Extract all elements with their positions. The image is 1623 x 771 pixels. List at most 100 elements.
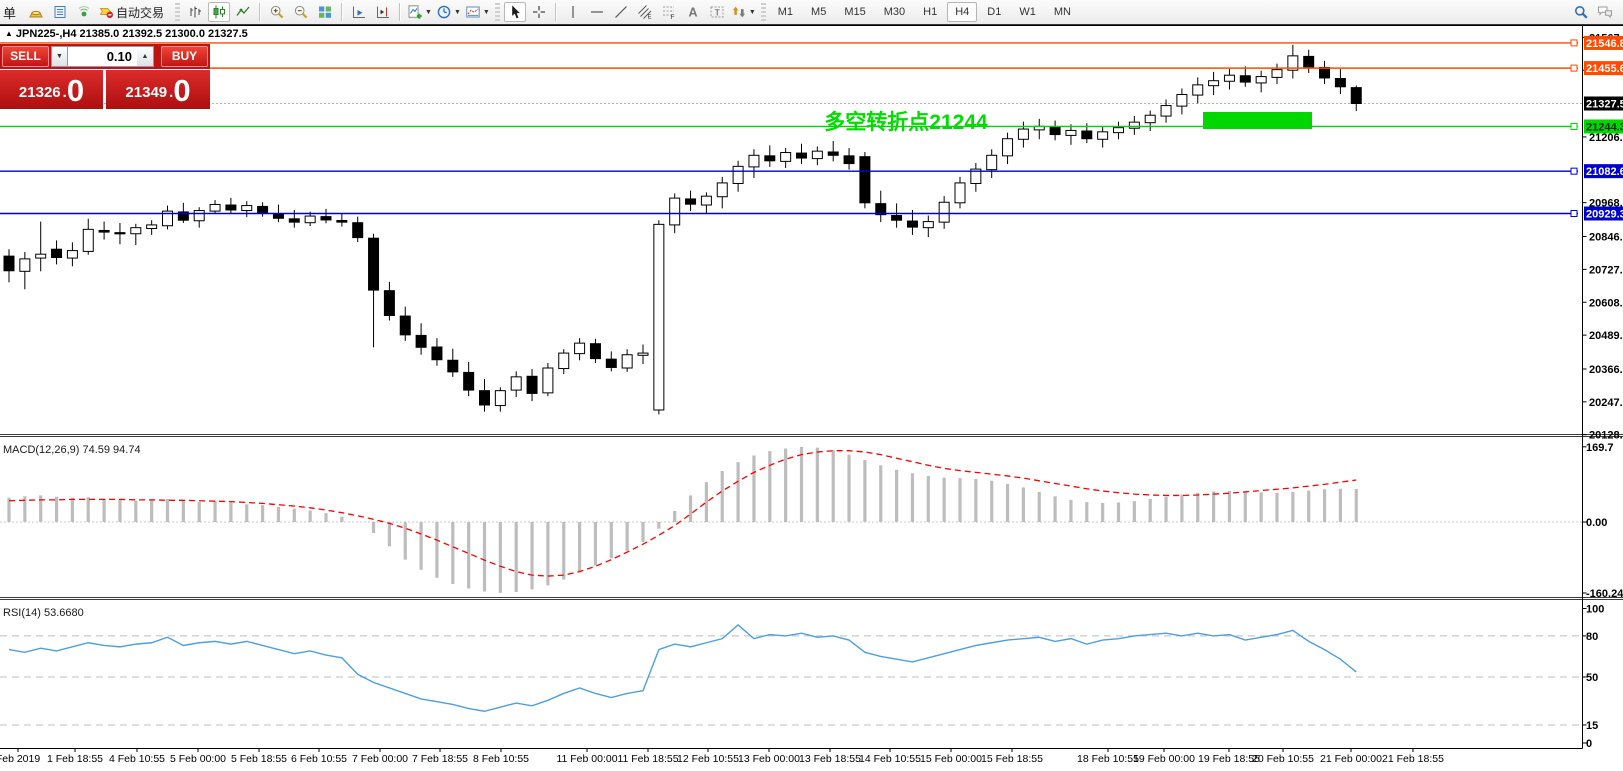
candle-body-down xyxy=(273,214,283,218)
chart-ohlc-values: 21385.0 21392.5 21300.0 21327.5 xyxy=(80,28,248,40)
volume-increase-button[interactable]: ▲ xyxy=(137,46,154,67)
candle-body-down xyxy=(400,316,410,335)
candle-body-up xyxy=(1003,139,1013,156)
sell-price-fraction: 0 xyxy=(67,76,84,106)
time-tick-label: 19 Feb 00:00 xyxy=(1133,753,1195,765)
sell-price-button[interactable]: 21326.0 xyxy=(0,70,103,109)
candle-body-down xyxy=(289,219,299,222)
line-handle[interactable] xyxy=(1571,123,1577,129)
annotation-text[interactable]: 多空转折点21244 xyxy=(824,110,988,134)
candle-body-down xyxy=(384,291,394,316)
candle-body-down xyxy=(844,156,854,164)
price-tick-label: 20128.5 xyxy=(1589,430,1623,442)
candle-body-up xyxy=(622,355,632,368)
line-handle[interactable] xyxy=(1571,211,1577,217)
candle xyxy=(860,152,870,208)
volume-input[interactable] xyxy=(67,46,137,67)
candle-body-up xyxy=(147,225,157,229)
candle xyxy=(654,220,664,414)
price-tick-label: 20489.0 xyxy=(1589,330,1623,342)
volume-decrease-button[interactable]: ▼ xyxy=(51,46,68,67)
candle-body-down xyxy=(448,360,458,372)
time-tick-label: 5 Feb 00:00 xyxy=(170,753,226,765)
sell-button[interactable]: SELL xyxy=(2,46,49,67)
chart-canvas[interactable]: 多空转折点21244MACD(12,26,9) 74.59 94.74RSI(1… xyxy=(0,0,1623,771)
candle-body-up xyxy=(1114,128,1124,133)
candle-body-up xyxy=(575,343,585,353)
candle-body-up xyxy=(543,368,553,393)
level-price-text: 21455.6 xyxy=(1586,63,1623,75)
candle-body-up xyxy=(670,198,680,225)
candle-body-down xyxy=(1082,131,1092,139)
price-tick-label: 20608.0 xyxy=(1589,297,1623,309)
chart-title: ▲JPN225-,H4 21385.0 21392.5 21300.0 2132… xyxy=(5,28,248,40)
level-price-text: 21546.8 xyxy=(1586,38,1623,50)
candle-body-up xyxy=(955,183,965,203)
time-tick-label: 1 Feb 18:55 xyxy=(47,753,103,765)
time-tick-label: Feb 2019 xyxy=(0,753,40,765)
candle-body-down xyxy=(416,335,426,347)
rsi-tick-label: 50 xyxy=(1586,672,1598,684)
candle-body-down xyxy=(369,238,379,290)
buy-price-button[interactable]: 21349.0 xyxy=(106,70,210,109)
macd-tick-label: 169.7 xyxy=(1586,442,1614,454)
candle-body-up xyxy=(1145,115,1155,122)
candle-body-up xyxy=(987,155,997,169)
candle-body-up xyxy=(242,206,252,211)
candle-body-up xyxy=(67,251,77,258)
candle-body-down xyxy=(226,205,236,210)
trade-panel-top-row: SELL ▼ ▲ BUY xyxy=(0,44,210,69)
candle-body-up xyxy=(305,216,315,223)
candle-body-down xyxy=(464,372,474,390)
candle-body-up xyxy=(210,204,220,211)
time-tick-label: 11 Feb 18:55 xyxy=(617,753,678,765)
candle-body-down xyxy=(686,199,696,204)
time-tick-label: 8 Feb 10:55 xyxy=(473,753,529,765)
candle-body-down xyxy=(1351,88,1361,104)
time-tick-label: 6 Feb 10:55 xyxy=(291,753,347,765)
candle-body-up xyxy=(1129,122,1139,128)
time-tick-label: 20 Feb 10:55 xyxy=(1252,753,1314,765)
candle-body-down xyxy=(99,230,109,232)
candle-body-down xyxy=(527,376,537,393)
time-tick-label: 4 Feb 10:55 xyxy=(109,753,165,765)
price-tick-label: 20846.0 xyxy=(1589,232,1623,244)
candle-body-down xyxy=(1240,76,1250,82)
level-price-text: 21327.5 xyxy=(1586,99,1623,111)
time-tick-label: 14 Feb 10:55 xyxy=(859,753,921,765)
line-handle[interactable] xyxy=(1571,168,1577,174)
level-price-text: 21244.3 xyxy=(1586,121,1623,133)
line-handle[interactable] xyxy=(1571,40,1577,46)
time-tick-label: 7 Feb 00:00 xyxy=(352,753,408,765)
rsi-indicator-label: RSI(14) 53.6680 xyxy=(3,607,84,619)
buy-button[interactable]: BUY xyxy=(161,46,208,67)
candle-body-up xyxy=(812,151,822,158)
candle-body-up xyxy=(923,222,933,228)
candle-body-up xyxy=(1098,132,1108,139)
candle-body-down xyxy=(907,221,917,227)
chart-symbol-period: JPN225-,H4 xyxy=(16,28,77,40)
candle-body-up xyxy=(83,229,93,251)
rsi-tick-label: 80 xyxy=(1586,631,1598,643)
candle-body-up xyxy=(654,224,664,410)
candle-body-up xyxy=(1066,130,1076,135)
candle-body-up xyxy=(511,377,521,390)
line-handle[interactable] xyxy=(1571,65,1577,71)
price-tick-label: 20366.5 xyxy=(1589,364,1623,376)
price-tick-label: 21206.5 xyxy=(1589,132,1623,144)
time-tick-label: 5 Feb 18:55 xyxy=(231,753,287,765)
mt4-window: 单 自动交易▼▼▼EFAT▼M1M5M15M30H1H4D1W1MN ▲JPN2… xyxy=(0,0,1623,771)
candle-body-up xyxy=(781,153,791,162)
candle-body-up xyxy=(1193,85,1203,95)
candle-body-up xyxy=(1209,81,1219,86)
candle-body-up xyxy=(733,166,743,183)
candle-body-down xyxy=(797,153,807,158)
candle-body-up xyxy=(1018,129,1028,139)
candle-body-up xyxy=(1272,70,1282,78)
candle-body-up xyxy=(131,228,141,234)
candle-body-down xyxy=(115,233,125,234)
candle-body-down xyxy=(258,206,268,213)
candle-body-down xyxy=(860,157,870,203)
time-tick-label: 7 Feb 18:55 xyxy=(412,753,468,765)
candle-body-up xyxy=(717,183,727,197)
